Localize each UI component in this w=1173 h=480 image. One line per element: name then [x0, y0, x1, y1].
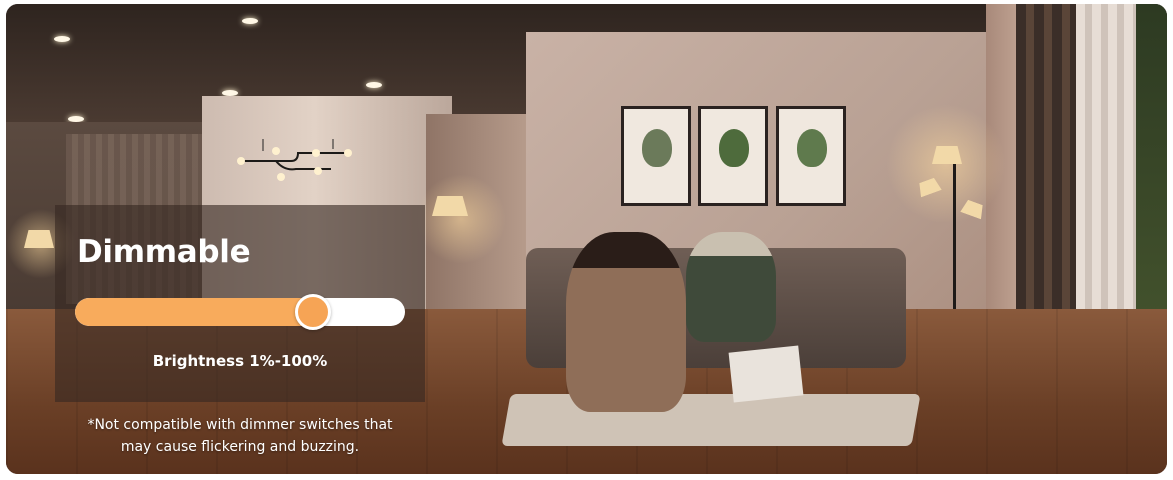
ceiling-light: [242, 18, 258, 24]
botanical-print: [698, 106, 768, 206]
brightness-slider-fill: [75, 298, 319, 326]
person-left: [566, 232, 686, 412]
chandelier: [237, 139, 352, 181]
lamp-glow: [886, 104, 1006, 224]
brightness-slider-thumb: [294, 294, 331, 330]
lamp-glow: [416, 174, 506, 264]
leaf-art: [719, 129, 749, 167]
compatibility-note: *Not compatible with dimmer switches tha…: [40, 414, 440, 458]
table-lamp-shade: [432, 196, 468, 216]
person-middle: [686, 232, 776, 342]
botanical-print: [621, 106, 691, 206]
ceiling-light: [366, 82, 382, 88]
leaf-art: [797, 129, 827, 167]
brightness-slider-track: [75, 298, 405, 326]
ceiling-light: [54, 36, 70, 42]
note-line-1: *Not compatible with dimmer switches tha…: [87, 417, 393, 433]
table-lamp-shade: [24, 230, 54, 248]
pizza-box: [728, 345, 804, 403]
leaf-art: [642, 129, 672, 167]
brightness-range-label: Brightness 1%-100%: [152, 352, 328, 370]
botanical-print: [776, 106, 846, 206]
note-line-2: may cause flickering and buzzing.: [120, 439, 360, 455]
floor-lamp-shade: [932, 146, 962, 164]
feature-title: Dimmable: [77, 234, 251, 270]
